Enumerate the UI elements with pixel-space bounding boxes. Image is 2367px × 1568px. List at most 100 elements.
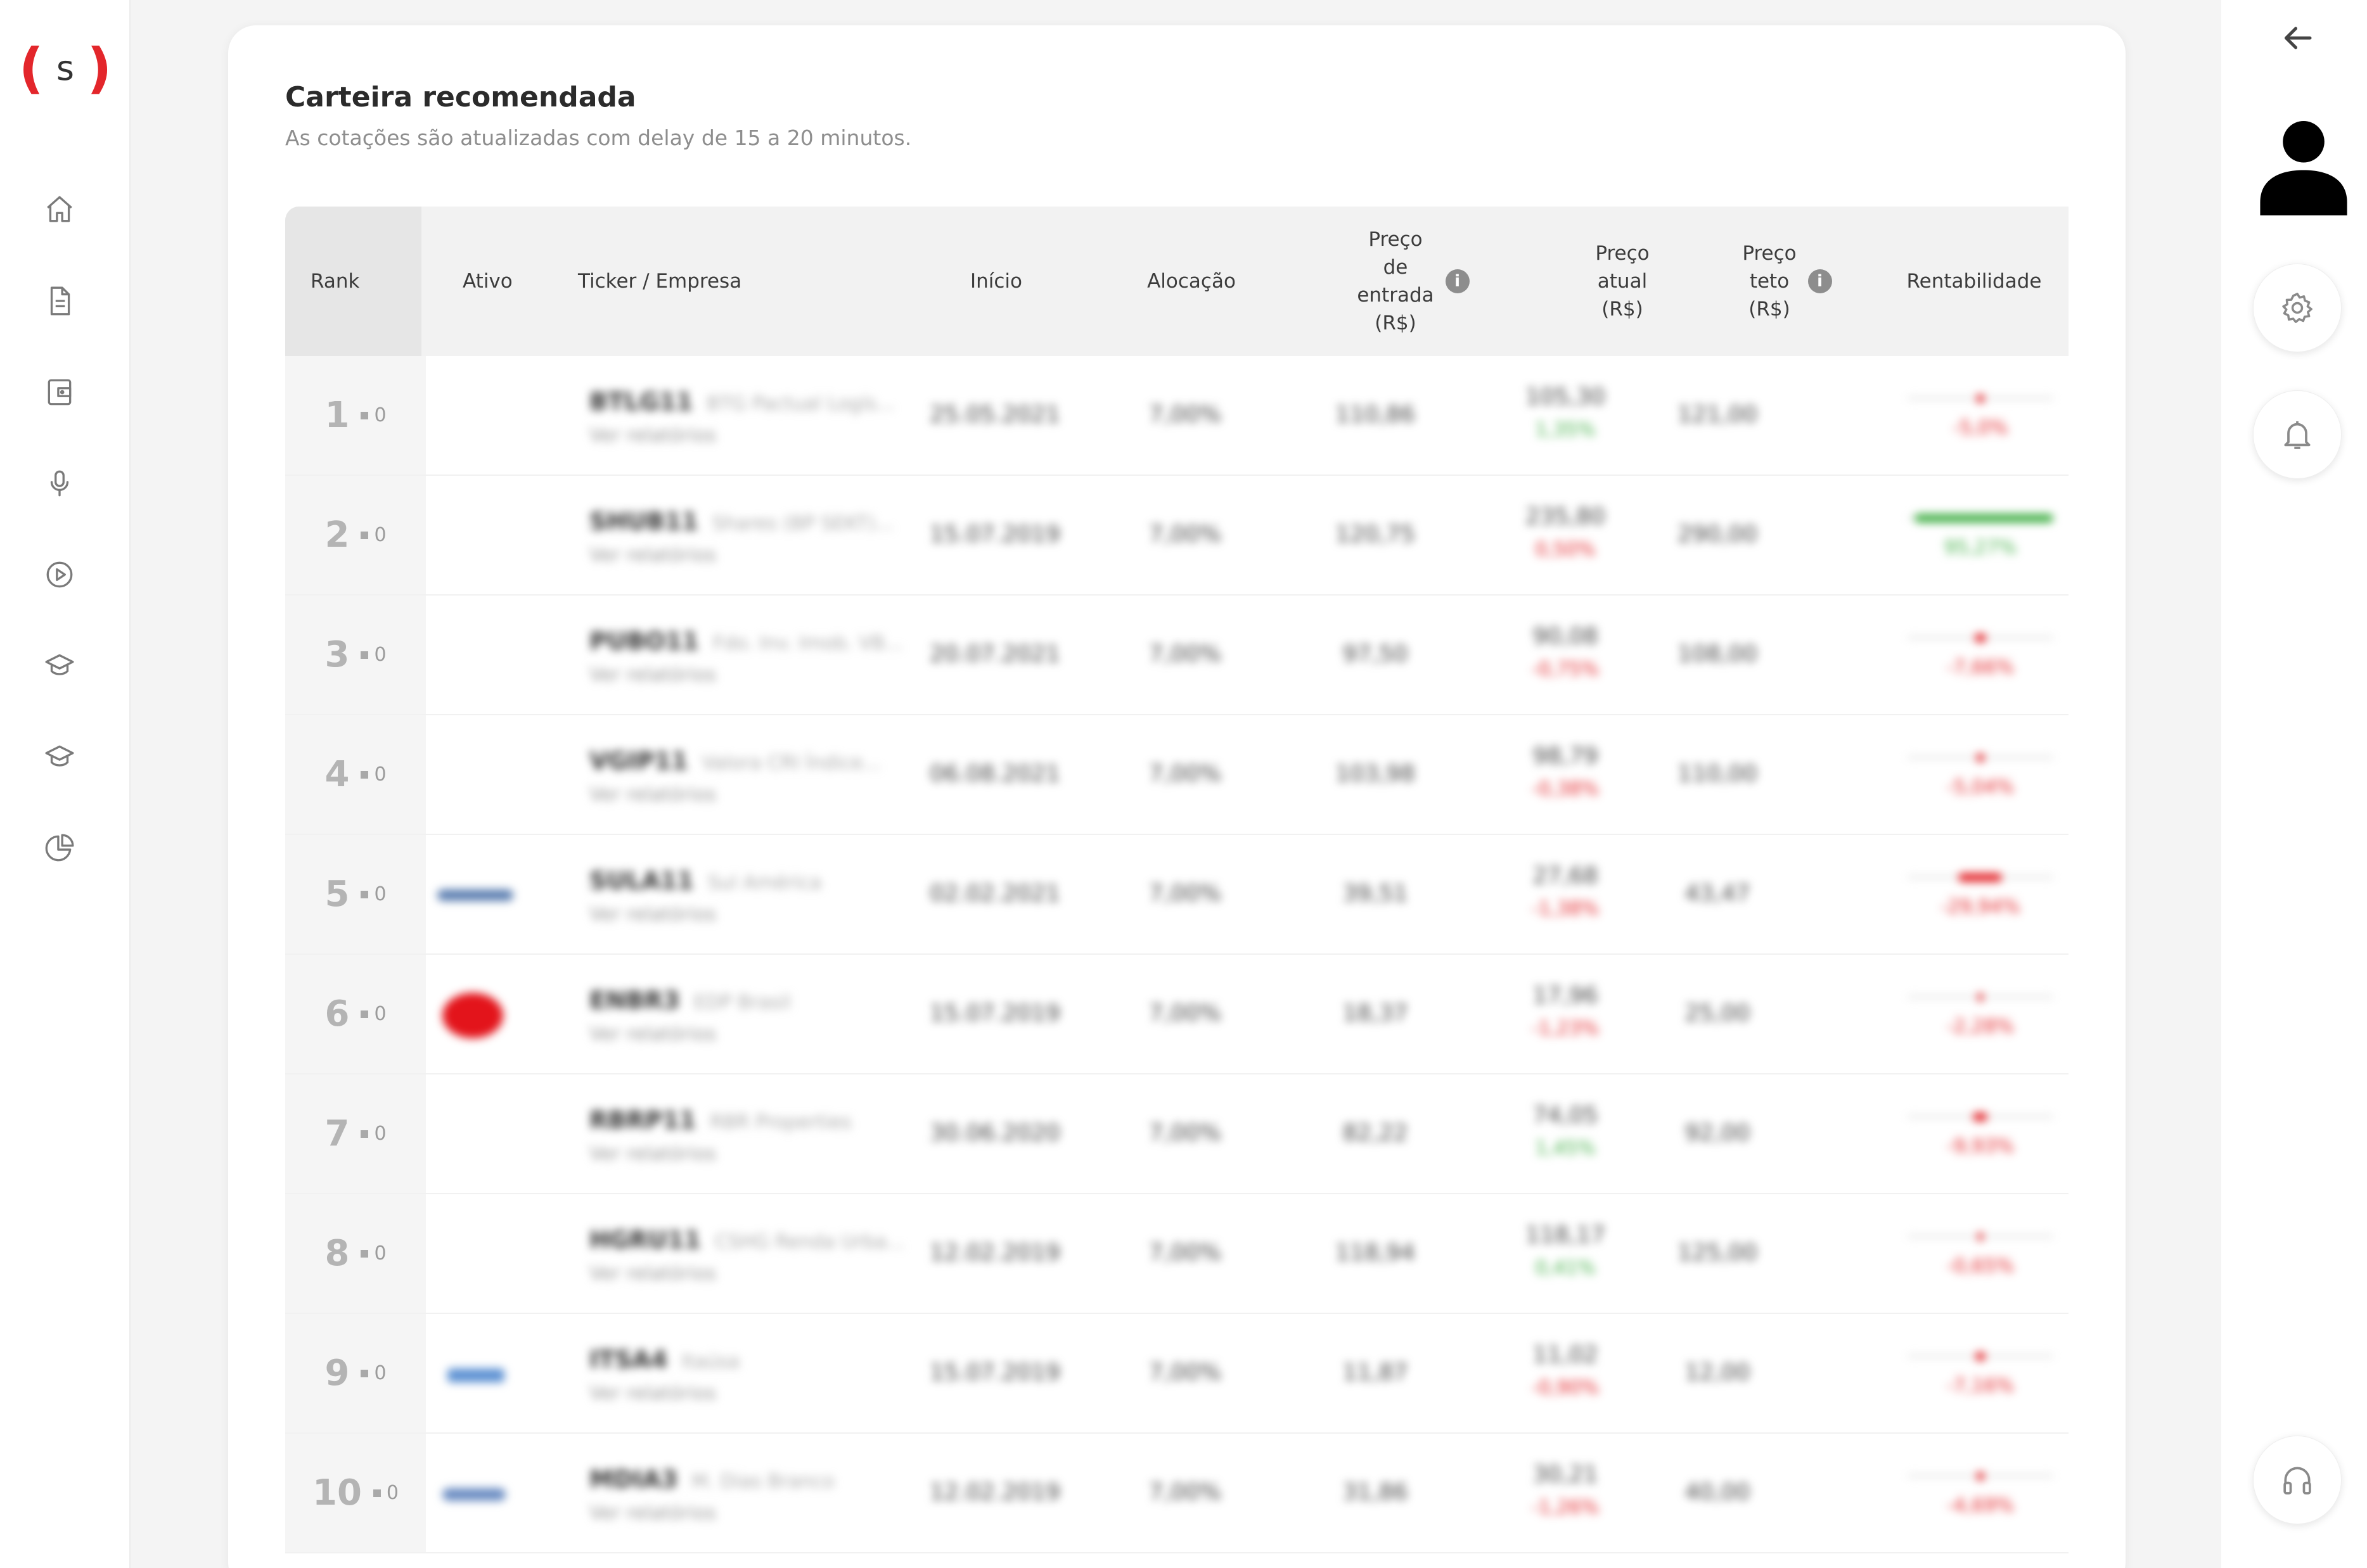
portfolio-table: Rank Ativo Ticker / Empresa Início Aloca… [285, 207, 2069, 1553]
entry-price: 39,51 [1342, 881, 1408, 907]
table-row[interactable]: 5 0 SULA11 Sul América Ver relatórios 02.02.2… [285, 835, 2069, 955]
header-inicio[interactable]: Início [927, 207, 1066, 356]
ticker-company[interactable]: BTLG11 BTG Pactual Logís... Ver relatórios [589, 388, 895, 447]
brand-logo[interactable]: ( s ) [15, 37, 115, 100]
header-preco-atual-l2: atual [1597, 270, 1648, 293]
header-preco-teto-text: Preço teto (R$) [1742, 239, 1796, 323]
graduation-cap-icon[interactable] [44, 650, 75, 682]
entry-price: 82,22 [1342, 1120, 1408, 1146]
reports-link[interactable]: Ver relatórios [589, 1023, 791, 1045]
current-price-change: -1,23% [1531, 1017, 1600, 1040]
current-price: 90,08 -0,75% [1489, 623, 1641, 680]
profitability-value: -5,04% [1946, 776, 2015, 798]
header-preco-teto[interactable]: Preço teto (R$) i [1705, 207, 1870, 356]
profitability-value: -4,69% [1946, 1495, 2015, 1517]
info-icon[interactable]: i [1445, 269, 1470, 293]
table-row[interactable]: 6 0 ENBR3 EDP Brasil Ver relatórios 15.07.201… [285, 955, 2069, 1074]
header-preco-teto-l1: Preço [1742, 242, 1797, 265]
header-alocacao[interactable]: Alocação [1109, 207, 1274, 356]
graduation-cap-icon-2[interactable] [44, 741, 75, 773]
info-icon[interactable]: i [1807, 269, 1832, 293]
rank-change: 0 [361, 524, 387, 546]
table-row[interactable]: 7 0 RBRP11 RBR Properties Ver relatórios 30.0… [285, 1074, 2069, 1194]
ticker-company[interactable]: HGRU11 CSHG Renda Urba... Ver relatórios [589, 1226, 905, 1285]
rank-cell: 40 [285, 715, 426, 834]
pie-chart-icon[interactable] [44, 832, 75, 864]
bell-icon[interactable] [2253, 390, 2342, 479]
rank-change-icon [361, 1010, 369, 1018]
document-icon[interactable] [44, 285, 75, 317]
back-arrow-icon[interactable] [2278, 19, 2316, 57]
rank-cell: 70 [285, 1074, 426, 1193]
profitability: -2,28% [1908, 955, 2060, 1073]
header-preco-entrada[interactable]: Preço de entrada (R$) i [1325, 207, 1502, 356]
ticker-company[interactable]: VGIP11 Valora CRI Índice... Ver relatórios [589, 747, 881, 806]
entry-price: 31,86 [1342, 1479, 1408, 1505]
ceiling-price: 25,00 [1684, 1000, 1750, 1026]
entry-price: 103,98 [1335, 761, 1415, 787]
ticker: MDIA3 [589, 1465, 678, 1493]
rank-change-icon [373, 1489, 381, 1497]
table-row[interactable]: 9 0 ITSA4 Itaúsa Ver relatórios 15.07.2019 7,0… [285, 1314, 2069, 1434]
table-header: Rank Ativo Ticker / Empresa Início Aloca… [285, 207, 2069, 356]
rank-change-icon [361, 890, 369, 898]
rank-cell: 80 [285, 1194, 426, 1313]
ticker: SHUB11 [589, 507, 698, 535]
home-icon[interactable] [44, 193, 75, 225]
reports-link[interactable]: Ver relatórios [589, 544, 894, 566]
reports-link[interactable]: Ver relatórios [589, 1143, 852, 1165]
gear-icon[interactable] [2253, 264, 2342, 352]
allocation: 7,00% [1148, 521, 1222, 547]
table-row[interactable]: 2 0 SHUB11 Shares (BP SEKT)... Ver relatório… [285, 476, 2069, 596]
header-rentabilidade[interactable]: Rentabilidade [1882, 207, 2066, 356]
current-price-change: -1,26% [1531, 1496, 1600, 1519]
profitability: -5,04% [1908, 715, 2060, 834]
company-name: EDP Brasil [693, 991, 791, 1014]
profitability: -0,65% [1908, 1194, 2060, 1313]
ticker-company[interactable]: SHUB11 Shares (BP SEKT)... Ver relatórios [589, 507, 894, 566]
ticker: ENBR3 [589, 986, 680, 1014]
rank-change-icon [361, 411, 369, 419]
table-row[interactable]: 4 0 VGIP11 Valora CRI Índice... Ver relatóri… [285, 715, 2069, 835]
company-name: Valora CRI Índice... [702, 752, 881, 774]
profitability-bar [1975, 1352, 1985, 1361]
ticker-company[interactable]: PUBO11 Fdo. Inv. Imob. VB... Ver relatório… [589, 627, 903, 686]
rank-number: 5 [324, 874, 350, 915]
ticker: PUBO11 [589, 627, 699, 655]
reports-link[interactable]: Ver relatórios [589, 1382, 740, 1405]
rank-change-value: 0 [374, 1242, 387, 1265]
headphones-icon[interactable] [2253, 1436, 2342, 1524]
header-preco-atual-l3: (R$) [1601, 298, 1643, 321]
user-avatar-icon[interactable] [2256, 117, 2351, 215]
profitability: -7,16% [1908, 1314, 2060, 1432]
reports-link[interactable]: Ver relatórios [589, 424, 895, 447]
current-price-value: 235,80 [1525, 504, 1605, 530]
ticker-company[interactable]: SULA11 Sul América Ver relatórios [589, 867, 821, 926]
rank-cell: 10 0 [285, 1434, 426, 1552]
header-preco-atual[interactable]: Preço atual (R$) [1553, 207, 1692, 356]
current-price-value: 27,68 [1532, 863, 1598, 889]
ticker-company[interactable]: ITSA4 Itaúsa Ver relatórios [589, 1346, 740, 1405]
ticker-company[interactable]: RBRP11 RBR Properties Ver relatórios [589, 1106, 852, 1165]
header-preco-entrada-l2: de [1383, 256, 1408, 279]
table-row[interactable]: 1 0 BTLG11 BTG Pactual Logís... Ver relatóri… [285, 356, 2069, 476]
reports-link[interactable]: Ver relatórios [589, 903, 821, 926]
play-circle-icon[interactable] [44, 559, 75, 590]
reports-link[interactable]: Ver relatórios [589, 784, 881, 806]
profitability-value: -2,28% [1946, 1016, 2015, 1038]
header-ticker[interactable]: Ticker / Empresa [578, 207, 831, 356]
table-row[interactable]: 8 0 HGRU11 CSHG Renda Urba... Ver relatórios… [285, 1194, 2069, 1314]
microphone-icon[interactable] [44, 468, 75, 499]
reports-link[interactable]: Ver relatórios [589, 1502, 834, 1524]
reports-link[interactable]: Ver relatórios [589, 664, 903, 686]
reports-link[interactable]: Ver relatórios [589, 1263, 905, 1285]
ticker-company[interactable]: ENBR3 EDP Brasil Ver relatórios [589, 986, 791, 1045]
wallet-icon[interactable] [44, 376, 75, 408]
header-rank[interactable]: Rank [311, 207, 418, 356]
table-row[interactable]: 3 0 PUBO11 Fdo. Inv. Imob. VB... Ver relatór… [285, 596, 2069, 715]
table-row[interactable]: 10 0 MDIA3 M. Dias Branco Ver relatórios 12.0… [285, 1434, 2069, 1553]
profitability-value: -7,16% [1946, 1375, 2015, 1397]
header-preco-entrada-l3: entrada [1357, 284, 1434, 307]
entry-price: 120,75 [1335, 521, 1415, 547]
ticker-company[interactable]: MDIA3 M. Dias Branco Ver relatórios [589, 1465, 834, 1524]
